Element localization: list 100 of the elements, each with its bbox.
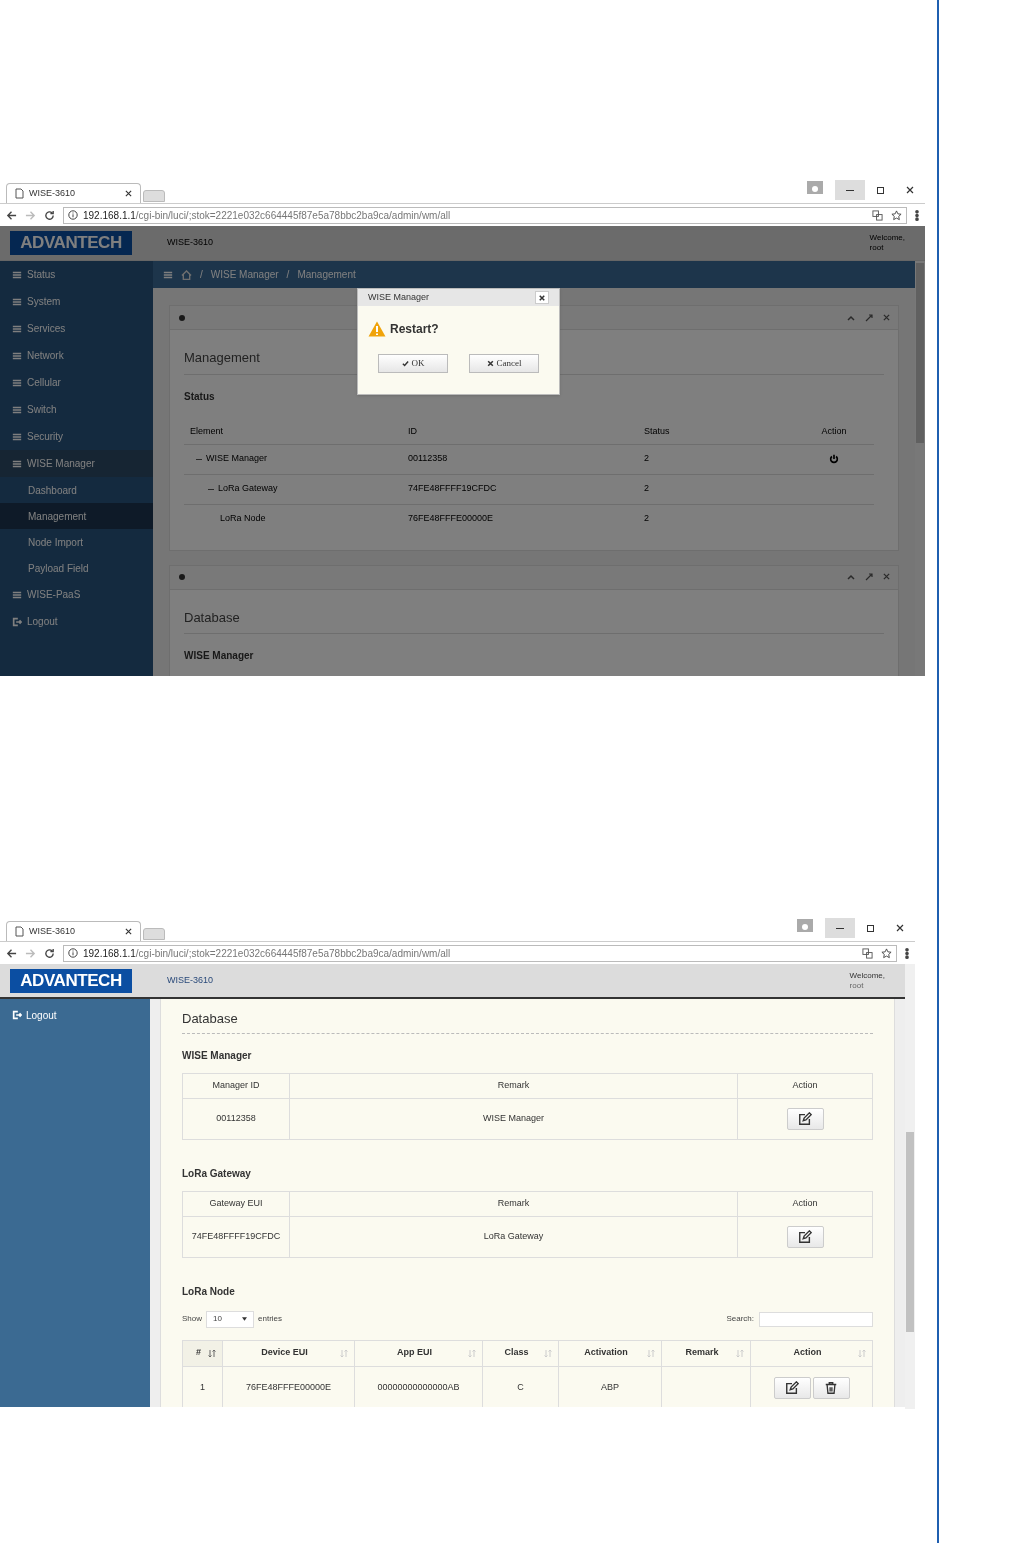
column-header[interactable]: Action bbox=[757, 1346, 858, 1360]
expand-icon bbox=[865, 313, 873, 322]
browser-tab[interactable]: WISE-3610 bbox=[6, 921, 141, 941]
address-bar[interactable]: 192.168.1.1/cgi-bin/luci/;stok=2221e032c664445f87e5a78bbc2ba9ca/admin/wm/all bbox=[63, 944, 897, 962]
section-title: LoRa Node bbox=[182, 1284, 236, 1299]
sidebar-item[interactable]: Logout bbox=[0, 999, 150, 1031]
table-cell-text: WISE Manager bbox=[483, 1111, 544, 1125]
column-header: Gateway EUI bbox=[209, 1196, 263, 1210]
device-name: WISE-3610 bbox=[167, 236, 214, 250]
sidebar-item[interactable]: Status bbox=[0, 261, 153, 288]
edit-icon bbox=[785, 1380, 799, 1395]
tree-node[interactable]: LoRa Gateway bbox=[218, 482, 278, 496]
column-header[interactable]: Activation bbox=[565, 1346, 647, 1360]
home-icon bbox=[181, 269, 192, 280]
browser-tab[interactable]: WISE-3610 bbox=[6, 183, 141, 203]
welcome-text: Welcome, bbox=[869, 233, 905, 243]
entries-select[interactable]: 10 bbox=[206, 1310, 254, 1328]
sidebar-item[interactable]: Network bbox=[0, 342, 153, 369]
column-header[interactable]: Remark bbox=[668, 1346, 736, 1360]
sidebar-subitem[interactable]: Node Import bbox=[0, 529, 153, 555]
logo: ADVANTECH bbox=[10, 231, 132, 255]
list-icon bbox=[12, 589, 22, 600]
panel-title: Database bbox=[182, 1009, 873, 1034]
breadcrumb-separator: / bbox=[286, 268, 290, 282]
warning-icon bbox=[368, 321, 386, 337]
back-icon bbox=[6, 947, 17, 959]
column-header: Remark bbox=[497, 1078, 530, 1092]
edit-icon bbox=[798, 1111, 812, 1126]
sort-icon bbox=[858, 1348, 866, 1358]
table-cell-text: C bbox=[517, 1380, 524, 1394]
close-icon bbox=[539, 294, 545, 301]
close-icon bbox=[125, 190, 132, 197]
delete-button[interactable] bbox=[812, 1376, 850, 1399]
column-header[interactable]: App EUI bbox=[361, 1346, 468, 1360]
sidebar-item[interactable]: Logout bbox=[0, 608, 153, 635]
star-icon bbox=[881, 947, 892, 959]
new-tab-button[interactable] bbox=[143, 928, 165, 940]
sort-icon bbox=[736, 1348, 744, 1358]
edit-button[interactable] bbox=[773, 1376, 811, 1399]
tree-node[interactable]: WISE Manager bbox=[206, 452, 268, 466]
sidebar-item[interactable]: Cellular bbox=[0, 369, 153, 396]
sidebar-item[interactable]: System bbox=[0, 288, 153, 315]
column-header: Remark bbox=[497, 1196, 530, 1210]
user-name: root bbox=[849, 980, 865, 991]
new-tab-button[interactable] bbox=[143, 190, 165, 202]
table-cell-text: 74FE48FFFF19CFDC bbox=[191, 1229, 281, 1243]
dialog-button[interactable]: Cancel bbox=[469, 354, 539, 373]
search-label: Search: bbox=[726, 1313, 754, 1325]
sidebar-item[interactable]: Services bbox=[0, 315, 153, 342]
column-header[interactable]: Device EUI bbox=[229, 1346, 340, 1360]
sidebar-item[interactable]: Switch bbox=[0, 396, 153, 423]
sidebar-item[interactable]: WISE Manager bbox=[0, 450, 153, 477]
sidebar-subitem[interactable]: Dashboard bbox=[0, 477, 153, 503]
list-icon bbox=[12, 296, 22, 307]
close-icon bbox=[883, 313, 890, 321]
dialog-button[interactable]: OK bbox=[378, 354, 448, 373]
breadcrumb-link[interactable]: WISE Manager bbox=[210, 267, 279, 282]
translate-icon bbox=[862, 947, 873, 959]
sidebar-subitem[interactable]: Management bbox=[0, 503, 153, 529]
reload-icon bbox=[44, 947, 55, 959]
close-button[interactable] bbox=[535, 291, 549, 304]
expand-icon bbox=[865, 573, 873, 581]
address-bar[interactable]: 192.168.1.1/cgi-bin/luci/;stok=2221e032c664445f87e5a78bbc2ba9ca/admin/wm/all bbox=[63, 206, 907, 224]
scrollbar[interactable] bbox=[905, 964, 915, 1409]
edit-button[interactable] bbox=[786, 1225, 824, 1248]
sidebar-item[interactable]: Security bbox=[0, 423, 153, 450]
sidebar-subitem[interactable]: Payload Field bbox=[0, 555, 153, 581]
table-cell: 2 bbox=[644, 483, 649, 494]
entries-label: entries bbox=[258, 1313, 283, 1325]
section-title: WISE Manager bbox=[184, 649, 255, 663]
logo: ADVANTECH bbox=[10, 968, 132, 993]
show-label: Show bbox=[182, 1313, 202, 1325]
breadcrumb-link[interactable]: Management bbox=[297, 267, 356, 282]
column-header: Action bbox=[792, 1078, 818, 1092]
column-header[interactable]: Class bbox=[489, 1346, 544, 1360]
list-icon bbox=[12, 323, 22, 334]
breadcrumb-separator: / bbox=[200, 268, 203, 282]
list-icon bbox=[163, 269, 173, 280]
forward-icon bbox=[25, 209, 36, 221]
profile-icon[interactable] bbox=[807, 181, 823, 194]
profile-icon[interactable] bbox=[797, 919, 813, 932]
close-icon bbox=[896, 924, 904, 932]
table-cell: 2 bbox=[644, 453, 649, 464]
search-field[interactable] bbox=[759, 1311, 873, 1327]
dialog-title: WISE Manager bbox=[368, 290, 430, 304]
translate-icon bbox=[872, 209, 883, 221]
page-icon bbox=[15, 188, 24, 199]
more-icon bbox=[915, 209, 919, 221]
table-cell-text: 1 bbox=[200, 1380, 205, 1394]
logout-icon bbox=[12, 616, 22, 627]
column-header: Action bbox=[792, 1196, 818, 1210]
section-title: Status bbox=[184, 389, 216, 404]
tree-node[interactable]: LoRa Node bbox=[220, 512, 266, 526]
edit-button[interactable] bbox=[786, 1107, 824, 1130]
table-cell-text: 00000000000000AB bbox=[377, 1380, 460, 1394]
list-icon bbox=[12, 458, 22, 469]
column-header: Status bbox=[644, 425, 670, 436]
scrollbar[interactable] bbox=[915, 261, 925, 676]
table-cell-text: LoRa Gateway bbox=[483, 1229, 544, 1243]
sidebar-item[interactable]: WISE-PaaS bbox=[0, 581, 153, 608]
